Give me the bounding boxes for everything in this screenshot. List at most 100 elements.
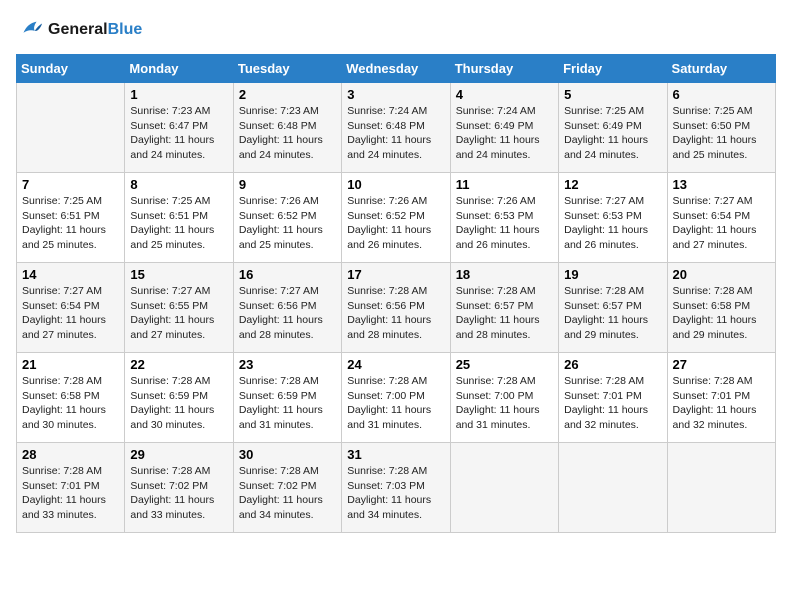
day-number: 25 bbox=[456, 357, 553, 372]
logo: GeneralBlue bbox=[16, 16, 142, 44]
day-number: 18 bbox=[456, 267, 553, 282]
day-info: Sunrise: 7:28 AM Sunset: 6:56 PM Dayligh… bbox=[347, 284, 444, 343]
day-number: 4 bbox=[456, 87, 553, 102]
calendar-cell: 17 Sunrise: 7:28 AM Sunset: 6:56 PM Dayli… bbox=[342, 263, 450, 353]
day-info: Sunrise: 7:24 AM Sunset: 6:48 PM Dayligh… bbox=[347, 104, 444, 163]
day-info: Sunrise: 7:28 AM Sunset: 7:00 PM Dayligh… bbox=[456, 374, 553, 433]
day-number: 16 bbox=[239, 267, 336, 282]
calendar-cell: 29 Sunrise: 7:28 AM Sunset: 7:02 PM Dayli… bbox=[125, 443, 233, 533]
day-info: Sunrise: 7:25 AM Sunset: 6:50 PM Dayligh… bbox=[673, 104, 770, 163]
day-info: Sunrise: 7:25 AM Sunset: 6:51 PM Dayligh… bbox=[22, 194, 119, 253]
day-info: Sunrise: 7:28 AM Sunset: 7:02 PM Dayligh… bbox=[239, 464, 336, 523]
calendar-week-1: 1 Sunrise: 7:23 AM Sunset: 6:47 PM Daylig… bbox=[17, 83, 776, 173]
calendar-body: 1 Sunrise: 7:23 AM Sunset: 6:47 PM Daylig… bbox=[17, 83, 776, 533]
day-number: 7 bbox=[22, 177, 119, 192]
calendar-cell: 22 Sunrise: 7:28 AM Sunset: 6:59 PM Dayli… bbox=[125, 353, 233, 443]
day-info: Sunrise: 7:25 AM Sunset: 6:51 PM Dayligh… bbox=[130, 194, 227, 253]
calendar-table: SundayMondayTuesdayWednesdayThursdayFrid… bbox=[16, 54, 776, 533]
calendar-cell: 23 Sunrise: 7:28 AM Sunset: 6:59 PM Dayli… bbox=[233, 353, 341, 443]
calendar-cell: 18 Sunrise: 7:28 AM Sunset: 6:57 PM Dayli… bbox=[450, 263, 558, 353]
calendar-cell: 1 Sunrise: 7:23 AM Sunset: 6:47 PM Daylig… bbox=[125, 83, 233, 173]
calendar-cell: 24Sunrise: 7:28 AM Sunset: 7:00 PM Dayli… bbox=[342, 353, 450, 443]
day-number: 23 bbox=[239, 357, 336, 372]
day-number: 15 bbox=[130, 267, 227, 282]
day-number: 31 bbox=[347, 447, 444, 462]
day-number: 22 bbox=[130, 357, 227, 372]
day-info: Sunrise: 7:27 AM Sunset: 6:55 PM Dayligh… bbox=[130, 284, 227, 343]
calendar-cell: 26 Sunrise: 7:28 AM Sunset: 7:01 PM Dayli… bbox=[559, 353, 667, 443]
day-info: Sunrise: 7:28 AM Sunset: 7:03 PM Dayligh… bbox=[347, 464, 444, 523]
day-info: Sunrise: 7:28 AM Sunset: 6:58 PM Dayligh… bbox=[22, 374, 119, 433]
day-number: 8 bbox=[130, 177, 227, 192]
day-info: Sunrise: 7:23 AM Sunset: 6:48 PM Dayligh… bbox=[239, 104, 336, 163]
calendar-week-2: 7 Sunrise: 7:25 AM Sunset: 6:51 PM Daylig… bbox=[17, 173, 776, 263]
day-info: Sunrise: 7:23 AM Sunset: 6:47 PM Dayligh… bbox=[130, 104, 227, 163]
logo-text: GeneralBlue bbox=[48, 21, 142, 39]
calendar-cell: 30 Sunrise: 7:28 AM Sunset: 7:02 PM Dayli… bbox=[233, 443, 341, 533]
day-info: Sunrise: 7:28 AM Sunset: 6:57 PM Dayligh… bbox=[564, 284, 661, 343]
day-number: 30 bbox=[239, 447, 336, 462]
day-info: Sunrise: 7:28 AM Sunset: 7:02 PM Dayligh… bbox=[130, 464, 227, 523]
day-info: Sunrise: 7:27 AM Sunset: 6:54 PM Dayligh… bbox=[22, 284, 119, 343]
calendar-cell: 4 Sunrise: 7:24 AM Sunset: 6:49 PM Daylig… bbox=[450, 83, 558, 173]
calendar-cell: 15 Sunrise: 7:27 AM Sunset: 6:55 PM Dayli… bbox=[125, 263, 233, 353]
day-info: Sunrise: 7:28 AM Sunset: 7:01 PM Dayligh… bbox=[673, 374, 770, 433]
header-day-friday: Friday bbox=[559, 55, 667, 83]
day-info: Sunrise: 7:28 AM Sunset: 6:58 PM Dayligh… bbox=[673, 284, 770, 343]
calendar-cell: 21 Sunrise: 7:28 AM Sunset: 6:58 PM Dayli… bbox=[17, 353, 125, 443]
day-info: Sunrise: 7:25 AM Sunset: 6:49 PM Dayligh… bbox=[564, 104, 661, 163]
header-row: SundayMondayTuesdayWednesdayThursdayFrid… bbox=[17, 55, 776, 83]
day-info: Sunrise: 7:28 AM Sunset: 7:01 PM Dayligh… bbox=[564, 374, 661, 433]
day-info: Sunrise: 7:26 AM Sunset: 6:52 PM Dayligh… bbox=[347, 194, 444, 253]
calendar-cell: 31 Sunrise: 7:28 AM Sunset: 7:03 PM Dayli… bbox=[342, 443, 450, 533]
day-number: 26 bbox=[564, 357, 661, 372]
day-info: Sunrise: 7:27 AM Sunset: 6:53 PM Dayligh… bbox=[564, 194, 661, 253]
calendar-cell: 25 Sunrise: 7:28 AM Sunset: 7:00 PM Dayli… bbox=[450, 353, 558, 443]
calendar-cell: 6 Sunrise: 7:25 AM Sunset: 6:50 PM Daylig… bbox=[667, 83, 775, 173]
calendar-cell: 5 Sunrise: 7:25 AM Sunset: 6:49 PM Daylig… bbox=[559, 83, 667, 173]
header-day-saturday: Saturday bbox=[667, 55, 775, 83]
day-number: 21 bbox=[22, 357, 119, 372]
day-number: 17 bbox=[347, 267, 444, 282]
calendar-cell: 2Sunrise: 7:23 AM Sunset: 6:48 PM Daylig… bbox=[233, 83, 341, 173]
header-day-sunday: Sunday bbox=[17, 55, 125, 83]
calendar-cell: 11Sunrise: 7:26 AM Sunset: 6:53 PM Dayli… bbox=[450, 173, 558, 263]
calendar-cell: 12 Sunrise: 7:27 AM Sunset: 6:53 PM Dayli… bbox=[559, 173, 667, 263]
day-info: Sunrise: 7:26 AM Sunset: 6:53 PM Dayligh… bbox=[456, 194, 553, 253]
day-number: 13 bbox=[673, 177, 770, 192]
calendar-cell: 13Sunrise: 7:27 AM Sunset: 6:54 PM Dayli… bbox=[667, 173, 775, 263]
day-number: 14 bbox=[22, 267, 119, 282]
day-info: Sunrise: 7:24 AM Sunset: 6:49 PM Dayligh… bbox=[456, 104, 553, 163]
calendar-cell: 14 Sunrise: 7:27 AM Sunset: 6:54 PM Dayli… bbox=[17, 263, 125, 353]
calendar-cell: 8 Sunrise: 7:25 AM Sunset: 6:51 PM Daylig… bbox=[125, 173, 233, 263]
day-number: 1 bbox=[130, 87, 227, 102]
logo-bird-icon bbox=[16, 16, 44, 44]
calendar-cell bbox=[450, 443, 558, 533]
page-header: GeneralBlue bbox=[16, 16, 776, 44]
day-info: Sunrise: 7:27 AM Sunset: 6:56 PM Dayligh… bbox=[239, 284, 336, 343]
calendar-cell: 19 Sunrise: 7:28 AM Sunset: 6:57 PM Dayli… bbox=[559, 263, 667, 353]
calendar-week-4: 21 Sunrise: 7:28 AM Sunset: 6:58 PM Dayli… bbox=[17, 353, 776, 443]
calendar-cell: 7 Sunrise: 7:25 AM Sunset: 6:51 PM Daylig… bbox=[17, 173, 125, 263]
day-number: 19 bbox=[564, 267, 661, 282]
day-info: Sunrise: 7:28 AM Sunset: 6:57 PM Dayligh… bbox=[456, 284, 553, 343]
day-number: 6 bbox=[673, 87, 770, 102]
day-info: Sunrise: 7:28 AM Sunset: 6:59 PM Dayligh… bbox=[130, 374, 227, 433]
calendar-cell bbox=[667, 443, 775, 533]
calendar-cell bbox=[17, 83, 125, 173]
day-info: Sunrise: 7:28 AM Sunset: 7:00 PM Dayligh… bbox=[347, 374, 444, 433]
day-info: Sunrise: 7:28 AM Sunset: 7:01 PM Dayligh… bbox=[22, 464, 119, 523]
calendar-cell: 16 Sunrise: 7:27 AM Sunset: 6:56 PM Dayli… bbox=[233, 263, 341, 353]
day-number: 29 bbox=[130, 447, 227, 462]
day-number: 12 bbox=[564, 177, 661, 192]
calendar-cell: 28Sunrise: 7:28 AM Sunset: 7:01 PM Dayli… bbox=[17, 443, 125, 533]
day-number: 9 bbox=[239, 177, 336, 192]
calendar-cell: 20Sunrise: 7:28 AM Sunset: 6:58 PM Dayli… bbox=[667, 263, 775, 353]
calendar-cell: 27 Sunrise: 7:28 AM Sunset: 7:01 PM Dayli… bbox=[667, 353, 775, 443]
calendar-cell bbox=[559, 443, 667, 533]
day-number: 27 bbox=[673, 357, 770, 372]
calendar-week-3: 14 Sunrise: 7:27 AM Sunset: 6:54 PM Dayli… bbox=[17, 263, 776, 353]
day-number: 5 bbox=[564, 87, 661, 102]
day-info: Sunrise: 7:28 AM Sunset: 6:59 PM Dayligh… bbox=[239, 374, 336, 433]
header-day-monday: Monday bbox=[125, 55, 233, 83]
